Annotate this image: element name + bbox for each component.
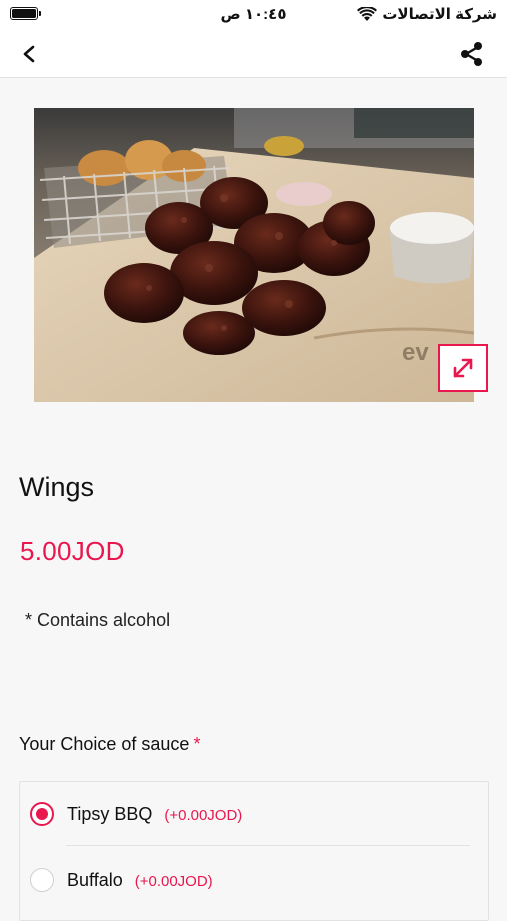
- share-button[interactable]: [457, 39, 487, 69]
- required-marker: *: [193, 734, 201, 754]
- chevron-left-icon: [23, 45, 35, 63]
- svg-text:ev: ev: [402, 339, 429, 366]
- carrier-name: شركة الاتصالات: [382, 6, 497, 23]
- option-price: (+0.00JOD): [134, 872, 213, 890]
- status-bar: ١٠:٤٥ ص شركة الاتصالات: [0, 0, 507, 30]
- sauce-section-label: Your Choice of sauce: [19, 734, 190, 754]
- carrier-info: شركة الاتصالات: [357, 5, 497, 23]
- share-icon: [461, 42, 482, 66]
- radio-unselected-icon[interactable]: [30, 868, 54, 892]
- wifi-icon: [357, 6, 378, 21]
- sauce-option-buffalo[interactable]: Buffalo (+0.00JOD): [20, 848, 488, 912]
- product-image[interactable]: ev: [34, 108, 474, 402]
- product-price: 5.00JOD: [20, 536, 125, 566]
- option-price: (+0.00JOD): [164, 806, 243, 824]
- sauce-options: Tipsy BBQ (+0.00JOD) Buffalo (+0.00JOD): [19, 781, 489, 921]
- sauce-section-title: Your Choice of sauce *: [19, 734, 200, 755]
- product-name: Wings: [19, 472, 95, 502]
- option-label: Tipsy BBQ (+0.00JOD): [67, 804, 242, 825]
- expand-icon: [453, 358, 473, 378]
- back-button[interactable]: [14, 40, 44, 68]
- expand-image-button[interactable]: [438, 344, 488, 392]
- nav-bar: [0, 30, 507, 78]
- option-label: Buffalo (+0.00JOD): [67, 870, 213, 891]
- divider: [66, 845, 470, 846]
- radio-selected-icon[interactable]: [30, 802, 54, 826]
- option-name: Buffalo: [67, 869, 123, 890]
- alcohol-note: * Contains alcohol: [25, 610, 171, 630]
- option-name: Tipsy BBQ: [67, 803, 153, 824]
- sauce-option-tipsy-bbq[interactable]: Tipsy BBQ (+0.00JOD): [20, 782, 488, 846]
